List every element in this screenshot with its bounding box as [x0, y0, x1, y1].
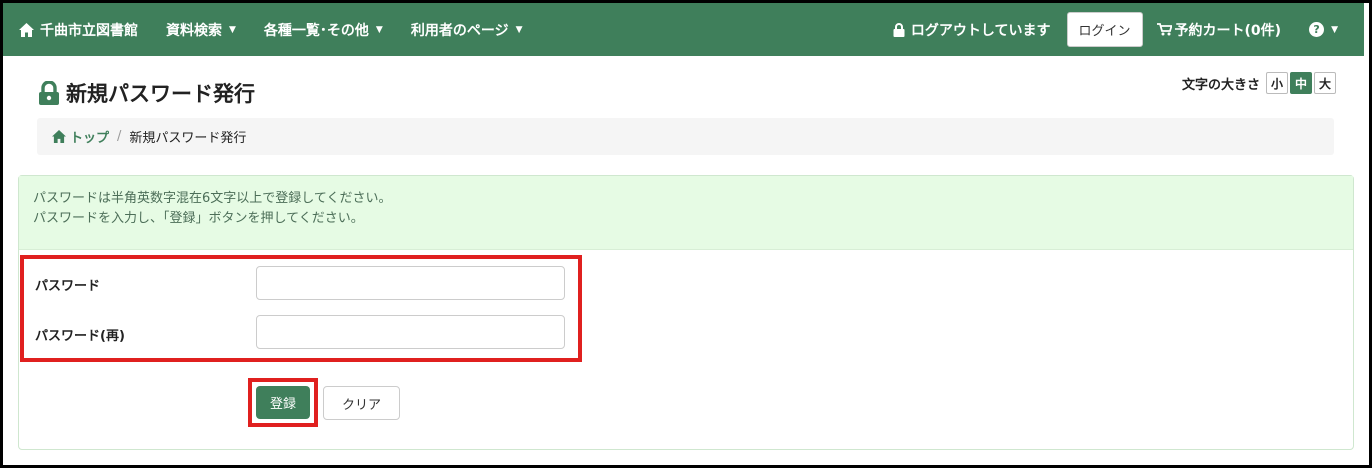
- menu-user-page[interactable]: 利用者のページ ▼: [397, 3, 537, 56]
- font-size-large-button[interactable]: 大: [1314, 72, 1336, 94]
- menu-search-label: 資料検索: [166, 22, 222, 39]
- font-size-label: 文字の大きさ: [1181, 77, 1260, 93]
- navbar: 千曲市立図書館 資料検索 ▼ 各種一覧･その他 ▼ 利用者のページ ▼ ログアウ…: [3, 3, 1364, 56]
- login-status-label: ログアウトしています: [910, 22, 1051, 39]
- home-icon: [52, 130, 66, 143]
- breadcrumb: トップ / 新規パスワード発行: [37, 118, 1334, 155]
- caret-down-icon: ▼: [229, 24, 236, 35]
- breadcrumb-current: 新規パスワード発行: [129, 131, 247, 146]
- page-title-label: 新規パスワード発行: [66, 82, 255, 106]
- breadcrumb-top-label: トップ: [70, 131, 110, 146]
- page-title: 新規パスワード発行: [38, 78, 255, 108]
- font-size-small-button[interactable]: 小: [1266, 72, 1288, 94]
- login-status: ログアウトしています: [879, 3, 1053, 56]
- menu-user-page-label: 利用者のページ: [410, 22, 509, 39]
- notice-alert: パスワードは半角英数字混在6文字以上で登録してください。 パスワードを入力し、「…: [19, 176, 1353, 250]
- cart-label: 予約カート(0件): [1174, 22, 1282, 39]
- notice-line-1: パスワードは半角英数字混在6文字以上で登録してください。: [33, 191, 392, 206]
- form-panel: パスワードは半角英数字混在6文字以上で登録してください。 パスワードを入力し、「…: [18, 175, 1354, 450]
- breadcrumb-separator: /: [117, 129, 122, 144]
- font-size-switcher: 文字の大きさ 小 中 大: [1182, 72, 1336, 94]
- clear-button[interactable]: クリア: [323, 386, 400, 420]
- help-menu[interactable]: ? ▼: [1295, 3, 1364, 56]
- caret-down-icon: ▼: [515, 24, 523, 35]
- notice-line-2: パスワードを入力し、「登録」ボタンを押してください。: [33, 211, 364, 226]
- password-confirm-label: パスワード(再): [35, 329, 125, 344]
- brand-link[interactable]: 千曲市立図書館: [3, 3, 152, 56]
- password-label: パスワード: [35, 279, 101, 294]
- help-glyph: ?: [1313, 23, 1320, 36]
- caret-down-icon: ▼: [1331, 24, 1338, 35]
- home-icon: [19, 22, 34, 37]
- help-icon: ?: [1309, 22, 1325, 37]
- password-input[interactable]: [256, 266, 565, 300]
- lock-icon: [893, 22, 905, 37]
- brand-label: 千曲市立図書館: [40, 22, 138, 39]
- password-confirm-input[interactable]: [256, 315, 565, 349]
- caret-down-icon: ▼: [375, 24, 383, 35]
- cart-link[interactable]: 予約カート(0件): [1156, 3, 1296, 56]
- menu-lists-label: 各種一覧･その他: [263, 22, 369, 39]
- lock-icon: [38, 81, 60, 105]
- breadcrumb-top-link[interactable]: トップ: [52, 127, 109, 146]
- navbar-right: ログアウトしています ログイン 予約カート(0件) ? ▼: [879, 3, 1364, 56]
- cart-icon: [1156, 23, 1172, 36]
- menu-search[interactable]: 資料検索 ▼: [152, 3, 250, 56]
- menu-lists[interactable]: 各種一覧･その他 ▼: [250, 3, 397, 56]
- submit-button[interactable]: 登録: [256, 386, 310, 419]
- login-button[interactable]: ログイン: [1066, 12, 1143, 47]
- font-size-medium-button[interactable]: 中: [1290, 72, 1312, 94]
